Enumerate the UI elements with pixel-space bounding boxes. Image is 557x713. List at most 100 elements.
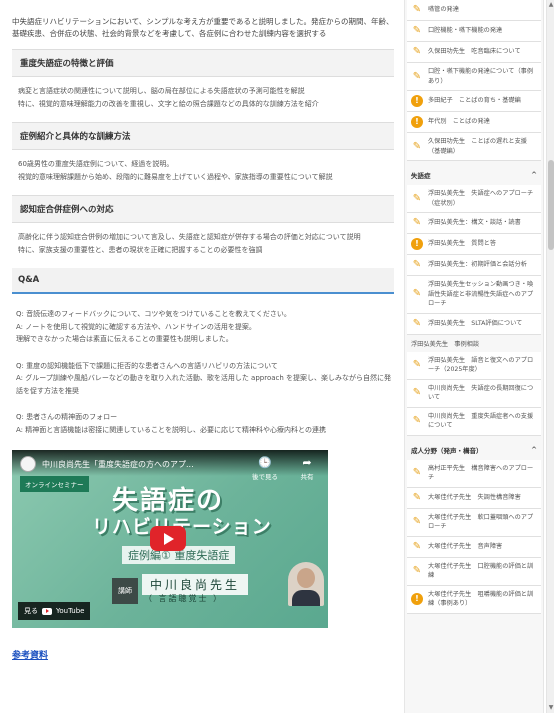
sidebar-link[interactable]: ✎ 大塚佳代子先生 軟口蓋咽頭へのアプローチ bbox=[407, 508, 541, 537]
section-heading-dementia: 認知症合併症例への対応 bbox=[12, 195, 394, 223]
sidebar-link-label: 年代別 ことばの発達 bbox=[428, 118, 490, 126]
sidebar-link[interactable]: ✎ 浮田弘美先生 SLTA評価について bbox=[407, 313, 541, 335]
sidebar-link[interactable]: ! 年代別 ことばの発達 bbox=[407, 112, 541, 133]
sidebar-link-label: 久保田功先生 吃音臨床について bbox=[428, 48, 521, 56]
exclamation-icon: ! bbox=[411, 238, 423, 250]
sidebar-link-label: 大塚佳代子先生 失調性構音障害 bbox=[428, 493, 521, 501]
qa-item: Q: 重度の認知機能低下で課題に拒否的な患者さんへの言語リハビリの方法について … bbox=[16, 360, 392, 398]
seminar-tag: オンラインセミナー bbox=[20, 476, 89, 492]
video-embed[interactable]: 中川良尚先生「重度失語症の方へのアプ... 🕒 後で見る ➦ 共有 オンラインセ… bbox=[12, 450, 328, 628]
sidebar-link[interactable]: ! 大塚佳代子先生 咀嚼機能の評価と訓練（事例あり） bbox=[407, 585, 541, 614]
sidebar-group-aphasia: ✎ 浮田弘美先生 失語症へのアプローチ（症状別） ✎ 浮田弘美先生：構文・談話・読書!… bbox=[405, 185, 543, 335]
sidebar-link[interactable]: ✎ 大塚佳代子先生 口腔機能の評価と訓練 bbox=[407, 557, 541, 586]
scroll-down-arrow-icon[interactable]: ▼ bbox=[547, 703, 555, 713]
watch-on-youtube-button[interactable]: 見る YouTube bbox=[18, 602, 91, 620]
sidebar-link[interactable]: ✎ 久保田功先生 吃音臨床について bbox=[407, 42, 541, 63]
pencil-icon: ✎ bbox=[412, 540, 422, 552]
sidebar-section-adult[interactable]: 成人分野（発声・構音） ^ bbox=[405, 436, 543, 460]
qa-answer: A: 精神面と言語機能は密接に関連していることを説明し、必要に応じて精神科や心療… bbox=[16, 425, 326, 434]
section-body-case: 60歳男性の重度失語症例について、経過を説明。 視覚的意味理解課題から始め、段階… bbox=[18, 160, 333, 181]
sidebar-link[interactable]: ✎ 高村正平先生 構音障害へのアプローチ bbox=[407, 459, 541, 488]
lecturer-tag: 講師 bbox=[112, 578, 138, 604]
sidebar-group-top: ✎ 嚥管の発達 ✎ 口腔機能・嚥下機能の発達 ✎ 久保田功先生 吃音臨床について ✎ 口腔・嚥… bbox=[405, 0, 543, 161]
reference-link[interactable]: 参考資料 bbox=[12, 648, 394, 661]
sidebar-link-label: 大塚佳代子先生 音声障害 bbox=[428, 542, 503, 550]
channel-avatar[interactable] bbox=[20, 456, 36, 472]
section-body-dementia: 高齢化に伴う認知症合併例の増加について言及し、失語症と認知症が併存する場合の評価… bbox=[18, 233, 361, 254]
sidebar-link[interactable]: ✎ 大塚佳代子先生 失調性構音障害 bbox=[407, 487, 541, 509]
sidebar-link-label: 大塚佳代子先生 口腔機能の評価と訓練 bbox=[428, 562, 534, 580]
exclamation-icon: ! bbox=[411, 116, 423, 128]
sidebar-link-label: 大塚佳代子先生 咀嚼機能の評価と訓練（事例あり） bbox=[428, 590, 534, 608]
sidebar-link[interactable]: ✎ 口腔機能・嚥下機能の発達 bbox=[407, 21, 541, 42]
sidebar-link[interactable]: ✎ 浮田弘美先生：初期評価と会話分析 bbox=[407, 255, 541, 276]
sidebar-link-label: 浮田弘美先生：初期評価と会話分析 bbox=[428, 261, 527, 269]
sidebar-link[interactable]: ✎ 浮田弘美先生セッション動画つき・喚語性失語症と非流暢性失語症へのアプローチ bbox=[407, 276, 541, 314]
sidebar-link-label: 嚥管の発達 bbox=[428, 6, 459, 14]
lecturer-name: 中川良尚先生 bbox=[142, 574, 249, 595]
section-heading-case: 症例紹介と具体的な訓練方法 bbox=[12, 122, 394, 150]
intro-paragraph: 中失語症リハビリテーションにおいて、シンプルな考え方が重要であると説明しました。… bbox=[12, 17, 394, 38]
pencil-icon: ✎ bbox=[412, 25, 422, 36]
sidebar-link-label: 浮田弘美先生セッション動画つき・喚語性失語症と非流暢性失語症へのアプローチ bbox=[428, 281, 534, 307]
qa-answer: A: ノートを使用して視覚的に確認する方法や、ハンドサインの活用を提案。 理解で… bbox=[16, 322, 256, 344]
exclamation-icon: ! bbox=[411, 95, 423, 107]
chevron-up-icon[interactable]: ^ bbox=[531, 446, 537, 454]
qa-item: Q: 音読伝達のフィードバックについて、コツや気をつけていることを教えてください… bbox=[16, 308, 392, 346]
pencil-icon: ✎ bbox=[412, 46, 422, 57]
pencil-icon: ✎ bbox=[412, 387, 422, 398]
youtube-logo-icon bbox=[42, 607, 52, 615]
scrollbar-thumb[interactable] bbox=[548, 160, 554, 250]
qa-question: Q: 患者さんの精神面のフォロー bbox=[16, 413, 118, 421]
sidebar-link[interactable]: ✎ 中川良尚先生 重度失語症者への支援について bbox=[407, 407, 541, 436]
page-scrollbar[interactable]: ▲ ▼ bbox=[546, 0, 554, 713]
sidebar-link[interactable]: ✎ 中川良尚先生 失語症の長期回復について bbox=[407, 379, 541, 408]
pencil-icon: ✎ bbox=[412, 516, 422, 527]
pencil-icon: ✎ bbox=[412, 217, 422, 228]
share-label: 共有 bbox=[300, 473, 314, 481]
sidebar: ✎ 嚥管の発達 ✎ 口腔機能・嚥下機能の発達 ✎ 久保田功先生 吃音臨床について ✎ 口腔・嚥… bbox=[404, 0, 544, 713]
clock-icon: 🕒 bbox=[258, 456, 272, 469]
lecturer-role: （ 言語聴覚士 ） bbox=[144, 594, 224, 603]
sidebar-link-label: 浮田弘美先生 質問と答 bbox=[428, 240, 497, 248]
sidebar-link[interactable]: ✎ 嚥管の発達 bbox=[407, 0, 541, 21]
pencil-icon: ✎ bbox=[412, 317, 422, 329]
sidebar-subheading[interactable]: 浮田弘美先生 事例相談 bbox=[405, 335, 543, 352]
pencil-icon: ✎ bbox=[412, 467, 422, 478]
sidebar-link[interactable]: ✎ 浮田弘美先生：構文・談話・読書 bbox=[407, 213, 541, 234]
sidebar-link-label: 中川良尚先生 失語症の長期回復について bbox=[428, 384, 534, 402]
sidebar-section-aphasia[interactable]: 失語症 ^ bbox=[405, 161, 543, 185]
lecturer-photo bbox=[288, 562, 324, 606]
sidebar-section-title: 成人分野（発声・構音） bbox=[411, 446, 483, 455]
sidebar-link[interactable]: ! 浮田弘美先生 質問と答 bbox=[407, 234, 541, 255]
sidebar-link[interactable]: ✎ 口腔・嚥下機能の発達について（事例あり） bbox=[407, 63, 541, 91]
watch-later-button[interactable]: 🕒 後で見る bbox=[248, 456, 282, 481]
sidebar-link[interactable]: ✎ 久保田功先生 ことばの遅れと支援（基礎編） bbox=[407, 133, 541, 161]
pencil-icon: ✎ bbox=[412, 288, 422, 300]
play-button[interactable] bbox=[150, 526, 186, 551]
sidebar-link[interactable]: ✎ 浮田弘美先生 失語症へのアプローチ（症状別） bbox=[407, 185, 541, 213]
pencil-icon: ✎ bbox=[412, 491, 422, 503]
chevron-up-icon[interactable]: ^ bbox=[531, 171, 537, 179]
share-button[interactable]: ➦ 共有 bbox=[290, 456, 324, 481]
watch-later-label: 後で見る bbox=[252, 473, 278, 481]
sidebar-link-label: 浮田弘美先生 失語症へのアプローチ（症状別） bbox=[428, 190, 534, 207]
qa-question: Q: 音読伝達のフィードバックについて、コツや気をつけていることを教えてください… bbox=[16, 310, 291, 318]
section-heading-features: 重度失語症の特徴と評価 bbox=[12, 49, 394, 77]
pencil-icon: ✎ bbox=[412, 70, 422, 82]
sidebar-link-label: 浮田弘美先生 SLTA評価について bbox=[428, 319, 523, 327]
pencil-icon: ✎ bbox=[412, 192, 422, 204]
qa-heading: Q&A bbox=[12, 268, 394, 294]
video-title[interactable]: 中川良尚先生「重度失語症の方へのアプ... bbox=[42, 459, 194, 470]
sidebar-link[interactable]: ✎ 大塚佳代子先生 音声障害 bbox=[407, 536, 541, 558]
sidebar-link-label: 口腔機能・嚥下機能の発達 bbox=[428, 27, 503, 35]
exclamation-icon: ! bbox=[411, 593, 423, 605]
scroll-up-arrow-icon[interactable]: ▲ bbox=[547, 0, 555, 10]
pencil-icon: ✎ bbox=[412, 359, 422, 370]
sidebar-link[interactable]: ! 多田紀子 ことばの育ち・基礎編 bbox=[407, 91, 541, 112]
qa-answer: A: グループ訓練や風船バレーなどの動きを取り入れた活動、歌を活用した appr… bbox=[16, 374, 392, 395]
sidebar-link[interactable]: ✎ 浮田弘美先生 語音と復文へのアプローチ（2025年度） bbox=[407, 351, 541, 380]
sidebar-link-label: 大塚佳代子先生 軟口蓋咽頭へのアプローチ bbox=[428, 513, 534, 531]
pencil-icon: ✎ bbox=[412, 140, 422, 152]
qa-question: Q: 重度の認知機能低下で課題に拒否的な患者さんへの言語リハビリの方法について bbox=[16, 361, 278, 370]
